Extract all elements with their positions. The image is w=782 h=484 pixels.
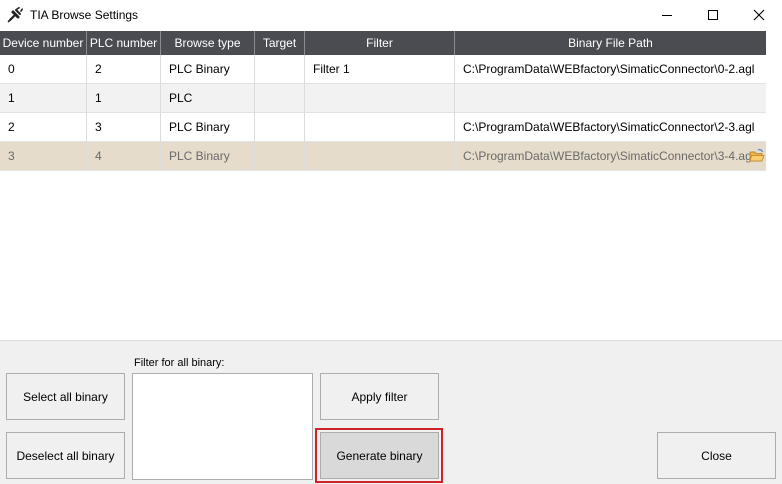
cell-plc-number[interactable]: 4 — [87, 142, 161, 170]
table-row[interactable]: 1 1 PLC — [0, 84, 766, 113]
table-row[interactable]: 0 2 PLC Binary Filter 1 C:\ProgramData\W… — [0, 55, 766, 84]
cell-device-number[interactable]: 0 — [0, 55, 87, 83]
cell-filter[interactable] — [305, 84, 455, 112]
column-header-filter[interactable]: Filter — [305, 31, 455, 55]
maximize-button[interactable] — [690, 0, 736, 30]
filter-for-all-binary-label: Filter for all binary: — [134, 357, 225, 369]
column-header-binary-file-path[interactable]: Binary File Path — [455, 31, 766, 55]
cell-device-number[interactable]: 2 — [0, 113, 87, 141]
minimize-icon — [662, 15, 672, 16]
cell-filter[interactable] — [305, 142, 455, 170]
title-bar: TIA Browse Settings — [0, 0, 782, 30]
column-header-target[interactable]: Target — [255, 31, 305, 55]
select-all-binary-button[interactable]: Select all binary — [6, 373, 125, 420]
grid-header: Device number PLC number Browse type Tar… — [0, 31, 766, 55]
cell-binary-file-path[interactable]: C:\ProgramData\WEBfactory\SimaticConnect… — [455, 142, 766, 170]
cell-binary-file-path[interactable] — [455, 84, 766, 112]
bottom-panel: Select all binary Deselect all binary Fi… — [0, 340, 782, 484]
apply-filter-button[interactable]: Apply filter — [320, 373, 439, 420]
filter-for-all-binary-input[interactable] — [132, 373, 313, 480]
window-title: TIA Browse Settings — [30, 8, 139, 22]
device-grid: Device number PLC number Browse type Tar… — [0, 31, 766, 171]
cell-browse-type[interactable]: PLC — [161, 84, 255, 112]
close-icon — [753, 9, 765, 21]
cell-filter[interactable]: Filter 1 — [305, 55, 455, 83]
close-window-button[interactable] — [736, 0, 782, 30]
cell-target[interactable] — [255, 84, 305, 112]
cell-device-number[interactable]: 1 — [0, 84, 87, 112]
cell-binary-file-path-text: C:\ProgramData\WEBfactory\SimaticConnect… — [463, 149, 755, 163]
plug-settings-icon — [7, 7, 23, 23]
column-header-browse-type[interactable]: Browse type — [161, 31, 255, 55]
cell-browse-type[interactable]: PLC Binary — [161, 142, 255, 170]
cell-browse-type[interactable]: PLC Binary — [161, 55, 255, 83]
tia-browse-settings-window: TIA Browse Settings Device number PLC nu… — [0, 0, 782, 484]
cell-target[interactable] — [255, 113, 305, 141]
table-row-selected[interactable]: 3 4 PLC Binary C:\ProgramData\WEBfactory… — [0, 142, 766, 171]
open-folder-icon[interactable] — [749, 148, 765, 164]
column-header-device-number[interactable]: Device number — [0, 31, 87, 55]
column-header-plc-number[interactable]: PLC number — [87, 31, 161, 55]
cell-plc-number[interactable]: 3 — [87, 113, 161, 141]
cell-plc-number[interactable]: 2 — [87, 55, 161, 83]
cell-target[interactable] — [255, 142, 305, 170]
cell-plc-number[interactable]: 1 — [87, 84, 161, 112]
cell-binary-file-path[interactable]: C:\ProgramData\WEBfactory\SimaticConnect… — [455, 113, 766, 141]
deselect-all-binary-button[interactable]: Deselect all binary — [6, 432, 125, 479]
cell-filter[interactable] — [305, 113, 455, 141]
close-button[interactable]: Close — [657, 432, 776, 479]
generate-binary-button[interactable]: Generate binary — [320, 432, 439, 479]
cell-device-number[interactable]: 3 — [0, 142, 87, 170]
cell-target[interactable] — [255, 55, 305, 83]
cell-browse-type[interactable]: PLC Binary — [161, 113, 255, 141]
maximize-icon — [708, 10, 718, 20]
cell-binary-file-path[interactable]: C:\ProgramData\WEBfactory\SimaticConnect… — [455, 55, 766, 83]
minimize-button[interactable] — [644, 0, 690, 30]
table-row[interactable]: 2 3 PLC Binary C:\ProgramData\WEBfactory… — [0, 113, 766, 142]
